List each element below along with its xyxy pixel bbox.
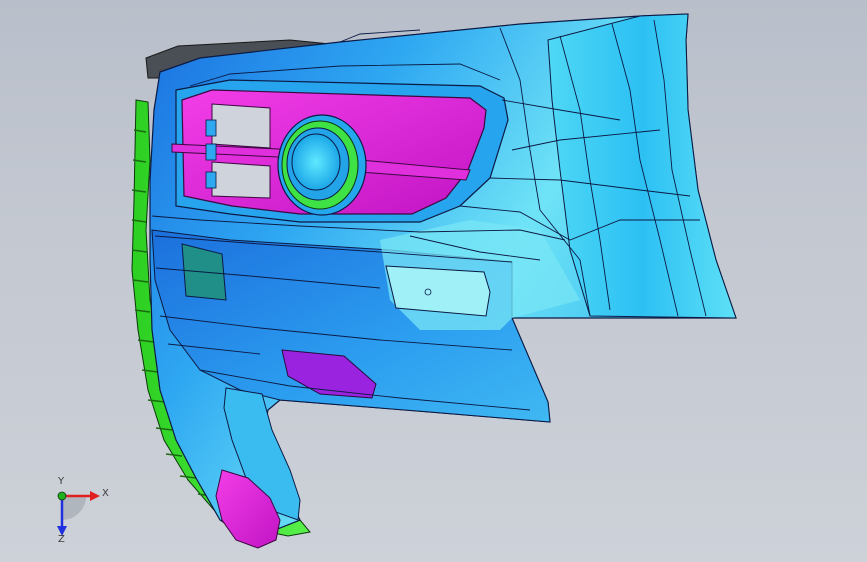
y-axis-label: Y [58,476,65,487]
bumper-3d-model[interactable] [0,0,867,562]
clip-1 [205,119,217,137]
grille-opening-upper [211,103,271,149]
z-axis-label: Z [58,534,65,545]
grille-opening-lower [211,161,271,199]
fog-lamp-lens [291,133,341,191]
triad-plane [62,496,86,520]
clip-3 [205,171,217,189]
clip-2 [205,143,217,161]
x-axis-label: X [102,488,109,499]
tow-hook-cover [385,265,491,317]
3d-viewport[interactable]: X Y Z [0,0,867,562]
coordinate-triad[interactable]: X Y Z [40,476,120,548]
x-axis-arrow-icon [90,491,100,501]
y-axis-dot-icon [57,491,67,501]
